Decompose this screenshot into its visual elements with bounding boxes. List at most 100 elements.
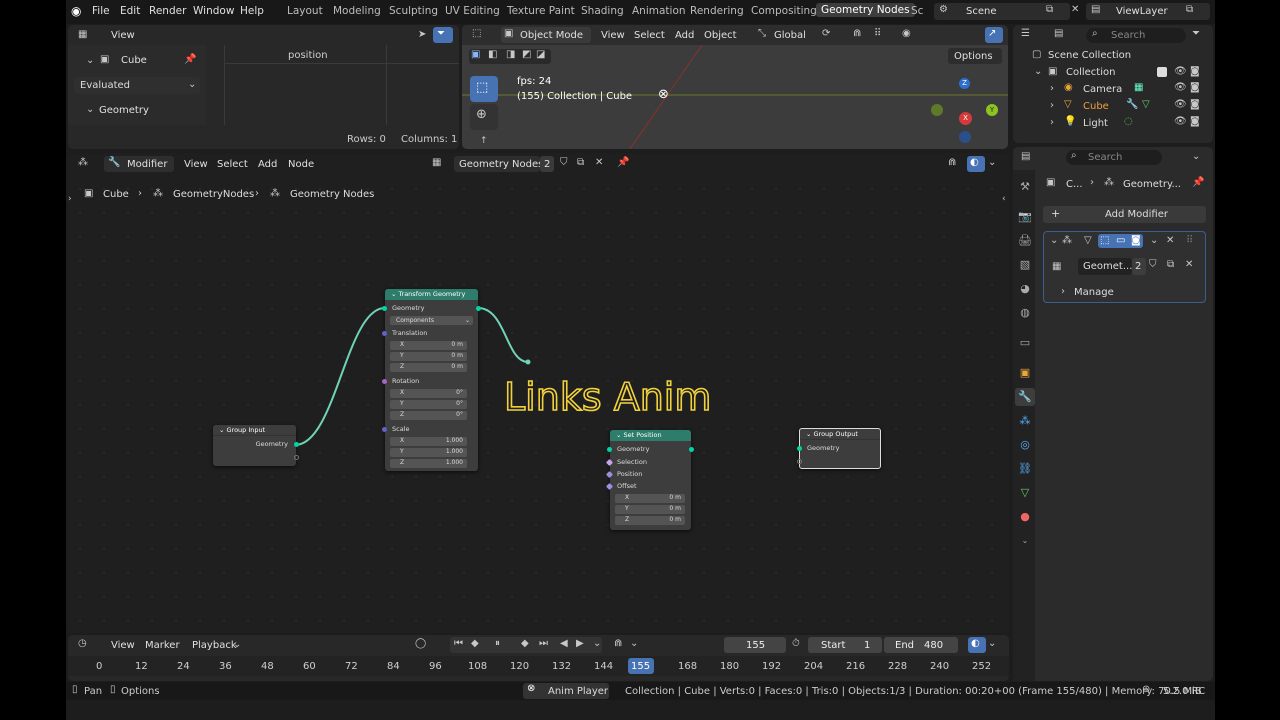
geometry-output-socket[interactable]	[476, 306, 481, 311]
scale-x-field[interactable]: X 1.000	[390, 437, 467, 446]
tick-label: 36	[219, 661, 232, 672]
field-value: 1.000	[445, 437, 463, 444]
node-group-output[interactable]: ⌄ Group Output Geometry	[797, 428, 881, 469]
status-options-label: Options	[121, 686, 160, 697]
translation-input-socket[interactable]	[382, 331, 387, 336]
field-label: Y	[400, 400, 404, 407]
rotation-y-field[interactable]: Y 0°	[390, 400, 467, 409]
node-title: Transform Geometry	[398, 290, 466, 298]
node-title: Group Input	[226, 426, 266, 434]
keying-chevron-icon[interactable]: ⌄	[630, 638, 638, 649]
node-set-position[interactable]: ⌄ Set Position Geometry Selection Positi…	[605, 430, 694, 530]
field-label: Y	[400, 352, 404, 359]
node-title: Set Position	[623, 431, 662, 439]
link-end-point	[525, 359, 531, 365]
scale-y-field[interactable]: Y 1.000	[390, 448, 467, 457]
node-group-input[interactable]: ⌄ Group Input Geometry	[213, 425, 299, 466]
field-label: Z	[400, 459, 405, 466]
field-value: 0°	[456, 389, 463, 396]
field-value: 0°	[456, 400, 463, 407]
network-globe-icon[interactable]: ⊕	[1142, 684, 1150, 695]
field-label: Y	[400, 448, 404, 455]
end-label: End	[895, 640, 915, 651]
scale-input-socket[interactable]	[382, 427, 387, 432]
tick-label: 72	[345, 661, 358, 672]
tick-label: 204	[804, 661, 824, 672]
geometry-output-socket[interactable]	[294, 442, 299, 447]
field-value: 0 m	[669, 494, 681, 501]
links-anim-overlay-title: Links Anim	[503, 374, 712, 420]
timeline-menu-marker[interactable]: Marker	[145, 640, 180, 651]
blender-window: ◉ File Edit Render Window Help Layout Mo…	[66, 0, 1215, 720]
dropdown-chevron-icon: ⌄	[464, 317, 470, 324]
virtual-input-socket[interactable]	[797, 459, 802, 464]
prev-keyframe-icon[interactable]: ◆	[471, 638, 479, 649]
geometry-output-socket[interactable]	[689, 447, 694, 452]
jump-start-icon[interactable]: ⏮	[454, 638, 463, 649]
stopwatch-icon[interactable]: ⏱	[792, 638, 800, 649]
socket-label-translation: Translation	[392, 329, 428, 337]
mode-dropdown[interactable]: Components ⌄	[390, 316, 473, 325]
node-header: ⌄ Group Output	[800, 429, 880, 440]
overlay-icon: ◐	[971, 638, 980, 649]
socket-label-geometry: Geometry	[617, 445, 650, 453]
node-header: ⌄ Set Position	[610, 430, 691, 441]
field-value: 0 m	[669, 505, 681, 512]
overlay-chevron-icon[interactable]: ⌄	[988, 638, 996, 649]
field-value: 0 m	[451, 363, 463, 370]
tick-label: 144	[594, 661, 614, 672]
status-pan-label: Pan	[84, 686, 103, 697]
playback-chevron-icon[interactable]: ⌄	[233, 639, 241, 650]
playhead-frame-label: 155	[631, 661, 651, 672]
rotation-input-socket[interactable]	[382, 379, 387, 384]
current-frame-value: 155	[746, 640, 766, 651]
translation-y-field[interactable]: Y 0 m	[390, 352, 467, 361]
keying-icon[interactable]: ⋒	[614, 638, 622, 649]
transport-chevron-icon[interactable]: ⌄	[593, 638, 601, 649]
rotation-z-field[interactable]: Z 0°	[390, 411, 467, 420]
translation-x-field[interactable]: X 0 m	[390, 341, 467, 350]
virtual-output-socket[interactable]	[294, 455, 299, 460]
tick-label: 96	[429, 661, 442, 672]
timeline-scrubber[interactable]	[68, 656, 1009, 676]
record-icon[interactable]: ◯	[415, 638, 426, 649]
close-circle-icon[interactable]: ⊗	[527, 683, 535, 694]
offset-x-field[interactable]: X 0 m	[615, 494, 685, 503]
tick-label: 216	[846, 661, 866, 672]
socket-label-rotation: Rotation	[392, 377, 420, 385]
translation-z-field[interactable]: Z 0 m	[390, 363, 467, 372]
offset-z-field[interactable]: Z 0 m	[615, 516, 685, 525]
timeline-menu-view[interactable]: View	[111, 640, 135, 651]
next-keyframe-icon[interactable]: ◆	[521, 638, 529, 649]
end-frame-value: 480	[924, 640, 944, 651]
offset-y-field[interactable]: Y 0 m	[615, 505, 685, 514]
scene-statistics: Collection | Cube | Verts:0 | Faces:0 | …	[625, 686, 1202, 697]
version-label: 5.2.0 RC	[1163, 686, 1206, 697]
rotation-x-field[interactable]: X 0°	[390, 389, 467, 398]
socket-label-selection: Selection	[617, 458, 647, 466]
tick-label: 12	[135, 661, 148, 672]
field-label: X	[400, 389, 405, 396]
tick-label: 240	[930, 661, 950, 672]
geometry-input-socket[interactable]	[797, 446, 802, 451]
timeline-editor-icon[interactable]: ◷	[78, 638, 87, 649]
node-transform-geometry[interactable]: ⌄ Transform Geometry Geometry Components…	[382, 289, 481, 471]
scale-z-field[interactable]: Z 1.000	[390, 459, 467, 468]
socket-label-position: Position	[617, 470, 643, 478]
geometry-input-socket[interactable]	[382, 306, 387, 311]
geometry-input-socket[interactable]	[607, 447, 612, 452]
timeline-menu-playback[interactable]: Playback	[192, 640, 237, 651]
anim-player-label: Anim Player	[548, 686, 608, 697]
step-back-icon[interactable]: ◀	[560, 638, 568, 649]
field-value: 1.000	[445, 459, 463, 466]
start-label: Start	[821, 640, 846, 651]
jump-end-icon[interactable]: ⏭	[539, 638, 548, 649]
step-forward-icon[interactable]: ▶	[576, 638, 584, 649]
field-label: X	[625, 494, 630, 501]
tick-label: 48	[261, 661, 274, 672]
tick-label: 60	[303, 661, 316, 672]
pause-icon[interactable]: ⏸	[495, 638, 500, 649]
tick-label: 192	[762, 661, 782, 672]
tick-label: 252	[972, 661, 992, 672]
output-label: Geometry	[255, 440, 288, 448]
